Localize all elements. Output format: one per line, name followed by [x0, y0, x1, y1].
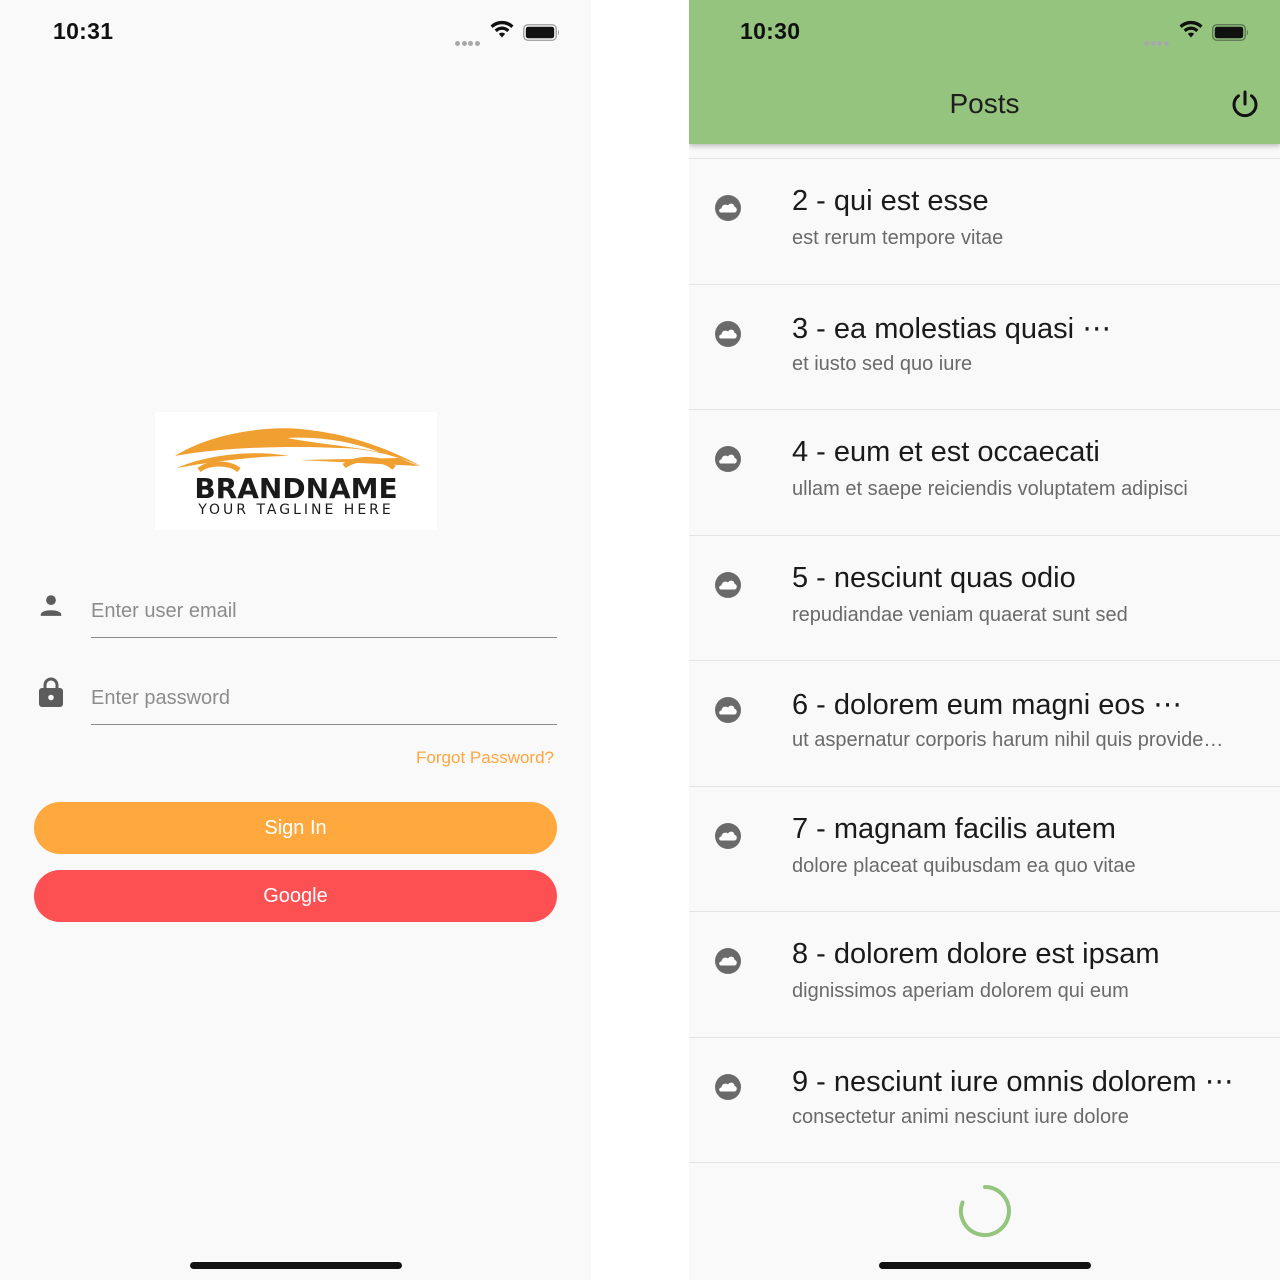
- brand-logo: BRANDNAME YOUR TAGLINE HERE: [155, 412, 437, 530]
- cloud-icon: [713, 571, 743, 604]
- cloud-icon: [713, 947, 743, 980]
- posts-list: 2 - qui est esse est rerum tempore vitae 3…: [689, 158, 1280, 1163]
- email-field[interactable]: [91, 578, 557, 638]
- car-logo-icon: [175, 428, 421, 473]
- list-item[interactable]: 3 - ea molestias quasi ⋯ et iusto sed quo…: [689, 285, 1280, 410]
- google-sign-in-button[interactable]: Google: [34, 870, 557, 922]
- cellular-signal-icon: [455, 33, 483, 46]
- brand-tagline: YOUR TAGLINE HERE: [198, 502, 394, 518]
- post-subtitle: et iusto sed quo iure: [792, 352, 973, 375]
- post-title: 9 - nesciunt iure omnis dolorem ⋯: [792, 1065, 1234, 1098]
- status-bar: 10:30: [689, 0, 1280, 66]
- password-input[interactable]: [91, 681, 557, 715]
- post-subtitle: est rerum tempore vitae: [792, 227, 1004, 249]
- brand-name: BRANDNAME: [194, 472, 398, 505]
- page-title: Posts: [949, 88, 1020, 119]
- forgot-password-link[interactable]: Forgot Password?: [416, 748, 554, 768]
- list-item[interactable]: 2 - qui est esse est rerum tempore vitae: [689, 159, 1280, 285]
- cloud-icon: [713, 696, 743, 729]
- post-subtitle: ullam et saepe reiciendis voluptatem adi…: [792, 478, 1188, 500]
- post-title: 6 - dolorem eum magni eos ⋯: [792, 689, 1183, 721]
- cloud-icon: [713, 822, 743, 855]
- wifi-icon: [490, 20, 514, 43]
- list-item[interactable]: 5 - nesciunt quas odio repudiandae veniam…: [689, 536, 1280, 661]
- post-subtitle: dignissimos aperiam dolorem qui eum: [792, 980, 1129, 1002]
- post-subtitle: ut aspernatur corporis harum nihil quis …: [792, 729, 1224, 751]
- person-icon: [38, 592, 64, 623]
- post-title: 7 - magnam facilis autem: [792, 812, 1116, 845]
- post-title: 8 - dolorem dolore est ipsam: [792, 938, 1160, 970]
- post-subtitle: repudiandae veniam quaerat sunt sed: [792, 603, 1128, 626]
- wifi-icon: [1179, 20, 1203, 43]
- cloud-icon: [713, 1073, 743, 1106]
- list-item[interactable]: 4 - eum et est occaecati ullam et saepe r…: [689, 410, 1280, 536]
- battery-icon: [523, 24, 559, 41]
- sign-in-button[interactable]: Sign In: [34, 802, 557, 854]
- status-time: 10:30: [740, 18, 801, 44]
- home-indicator[interactable]: [879, 1262, 1091, 1269]
- home-indicator[interactable]: [190, 1262, 402, 1269]
- post-title: 3 - ea molestias quasi ⋯: [792, 312, 1112, 345]
- cloud-icon: [713, 194, 743, 227]
- post-title: 5 - nesciunt quas odio: [792, 561, 1076, 594]
- lock-icon: [38, 676, 64, 713]
- cloud-icon: [713, 320, 743, 353]
- email-input[interactable]: [91, 594, 557, 628]
- password-field[interactable]: [91, 665, 557, 725]
- status-bar: 10:31: [0, 0, 591, 66]
- cloud-icon: [713, 445, 743, 478]
- battery-icon: [1212, 24, 1248, 41]
- list-item[interactable]: 7 - magnam facilis autem dolore placeat q…: [689, 787, 1280, 912]
- loading-spinner-icon: [958, 1184, 1012, 1243]
- post-title: 4 - eum et est occaecati: [792, 436, 1100, 468]
- posts-screen: 10:30 Posts 2 - qui est esse est rerum te…: [689, 0, 1280, 1280]
- app-bar: 10:30 Posts: [689, 0, 1280, 144]
- status-time: 10:31: [53, 18, 114, 44]
- login-screen: 10:31 BRANDNAME YOUR TAGLINE HERE Forgot…: [0, 0, 591, 1280]
- post-subtitle: dolore placeat quibusdam ea quo vitae: [792, 854, 1136, 877]
- list-item[interactable]: 9 - nesciunt iure omnis dolorem ⋯ consect…: [689, 1038, 1280, 1163]
- post-subtitle: consectetur animi nesciunt iure dolore: [792, 1105, 1129, 1128]
- list-item[interactable]: 6 - dolorem eum magni eos ⋯ ut aspernatur…: [689, 661, 1280, 787]
- list-item[interactable]: 8 - dolorem dolore est ipsam dignissimos …: [689, 912, 1280, 1038]
- power-icon[interactable]: [1229, 89, 1261, 126]
- post-title: 2 - qui est esse: [792, 185, 989, 217]
- cellular-signal-icon: [1144, 33, 1172, 46]
